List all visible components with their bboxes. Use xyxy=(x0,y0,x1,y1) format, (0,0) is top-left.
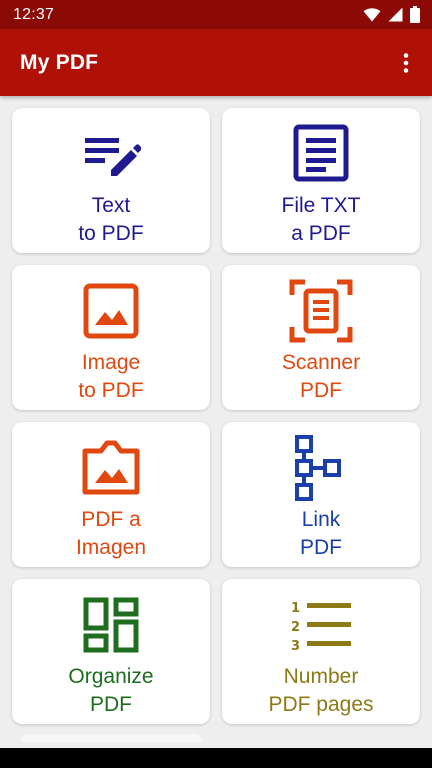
card-label-line2: PDF xyxy=(90,693,132,716)
number-pdf-pages-card[interactable]: 1 2 3 Number PDF pages xyxy=(222,579,420,724)
card-label-line1: Image xyxy=(81,351,141,374)
photo-folder-icon xyxy=(79,436,143,500)
battery-icon xyxy=(410,6,420,23)
card-label-line2: to PDF xyxy=(78,379,144,402)
card-label-line1: Text xyxy=(91,194,131,217)
overflow-menu-button[interactable] xyxy=(394,43,418,83)
card-label: Organize PDF xyxy=(12,663,210,719)
card-label-line2: PDF xyxy=(300,379,342,402)
card-label-line1: Number xyxy=(283,665,359,688)
card-label: Text to PDF xyxy=(12,192,210,248)
file-txt-a-pdf-card[interactable]: File TXT a PDF xyxy=(222,108,420,253)
navigation-bar xyxy=(0,748,432,768)
more-vert-icon xyxy=(403,52,409,73)
text-to-pdf-card[interactable]: Text to PDF xyxy=(12,108,210,253)
image-icon xyxy=(79,279,143,343)
card-label-line2: Imagen xyxy=(75,536,147,559)
card-label: Scanner PDF xyxy=(222,349,420,405)
dashboard-icon xyxy=(79,593,143,657)
card-label-line1: Organize xyxy=(68,665,154,688)
svg-text:1: 1 xyxy=(291,601,300,616)
organize-pdf-card[interactable]: Organize PDF xyxy=(12,579,210,724)
card-label: File TXT a PDF xyxy=(222,192,420,248)
status-time: 12:37 xyxy=(13,5,55,23)
card-label-line2: PDF xyxy=(300,536,342,559)
numbered-list-icon: 1 2 3 xyxy=(289,593,353,657)
svg-text:3: 3 xyxy=(291,639,300,654)
scanner-icon xyxy=(289,279,353,343)
wifi-icon xyxy=(363,7,381,21)
next-card-partial xyxy=(20,734,202,742)
status-bar: 12:37 xyxy=(0,0,432,29)
scanner-pdf-card[interactable]: Scanner PDF xyxy=(222,265,420,410)
tools-grid: Text to PDF File TXT a PDF Image to PDF … xyxy=(12,108,420,724)
signal-icon xyxy=(388,7,403,22)
card-label: PDF a Imagen xyxy=(12,506,210,562)
status-icons xyxy=(363,6,420,23)
card-label-line2: a PDF xyxy=(291,222,351,245)
card-label: Image to PDF xyxy=(12,349,210,405)
card-label-line2: PDF pages xyxy=(268,693,374,716)
svg-text:2: 2 xyxy=(291,620,300,635)
card-label: Link PDF xyxy=(222,506,420,562)
card-label-line1: Link xyxy=(301,508,341,531)
app-bar: My PDF xyxy=(0,29,432,96)
link-pdf-card[interactable]: Link PDF xyxy=(222,422,420,567)
link-tree-icon xyxy=(289,435,353,501)
card-label-line2: to PDF xyxy=(78,222,144,245)
image-to-pdf-card[interactable]: Image to PDF xyxy=(12,265,210,410)
card-label-line1: PDF a xyxy=(81,508,141,531)
notes-edit-icon xyxy=(79,122,143,186)
pdf-a-imagen-card[interactable]: PDF a Imagen xyxy=(12,422,210,567)
card-label-line1: Scanner xyxy=(281,351,361,374)
card-label-line1: File TXT xyxy=(281,194,361,217)
document-icon xyxy=(289,122,353,186)
card-label: Number PDF pages xyxy=(222,663,420,719)
app-title: My PDF xyxy=(20,50,99,74)
